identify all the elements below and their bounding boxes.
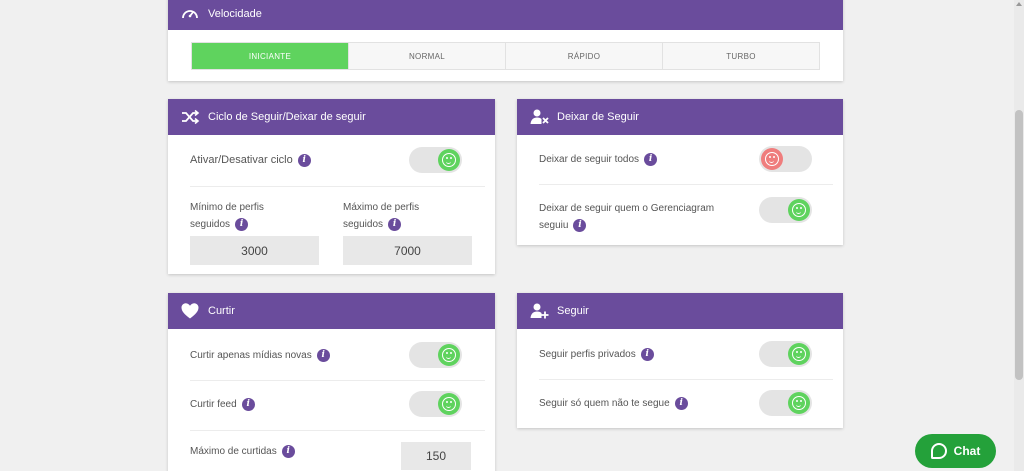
cycle-toggle-label: Ativar/Desativar ciclo <box>190 154 293 166</box>
like-title: Curtir <box>208 305 235 317</box>
like-feed-label: Curtir feed <box>190 398 237 410</box>
like-header: Curtir <box>168 293 495 329</box>
speed-tab-iniciante[interactable]: INICIANTE <box>192 43 349 69</box>
cycle-toggle[interactable] <box>409 147 462 173</box>
user-remove-icon <box>529 107 549 127</box>
user-add-icon <box>529 301 549 321</box>
speed-header: Velocidade <box>168 0 843 30</box>
info-icon[interactable]: i <box>644 152 658 166</box>
info-icon[interactable]: i <box>573 219 587 232</box>
max-follows-label-line2: seguidos <box>343 219 384 230</box>
smile-icon <box>792 203 806 217</box>
smile-icon <box>792 347 806 361</box>
scrollbar-thumb[interactable] <box>1015 110 1023 380</box>
unfollow-title: Deixar de Seguir <box>557 111 639 123</box>
follow-nonfollowers-label: Seguir só quem não te segue <box>539 397 670 409</box>
heart-icon <box>180 301 200 321</box>
cycle-header: Ciclo de Seguir/Deixar de seguir <box>168 99 495 135</box>
like-max-input[interactable]: 150 <box>401 442 471 470</box>
speed-card: Velocidade INICIANTE NORMAL RÁPIDO TURBO <box>168 0 843 81</box>
divider <box>190 186 485 187</box>
min-follows-label-line2: seguidos <box>190 219 231 230</box>
unfollow-header: Deixar de Seguir <box>517 99 843 135</box>
divider <box>539 379 833 380</box>
unfollow-followed-label: Deixar de seguir quem o Gerenciagram seg… <box>539 200 714 234</box>
speed-tabs: INICIANTE NORMAL RÁPIDO TURBO <box>191 42 820 70</box>
smile-icon <box>765 152 779 166</box>
shuffle-icon <box>180 107 200 127</box>
unfollow-followed-toggle[interactable] <box>759 197 812 223</box>
follow-title: Seguir <box>557 305 589 317</box>
like-card: Curtir Curtir apenas mídias novas i Curt… <box>168 293 495 471</box>
speed-title: Velocidade <box>208 8 262 20</box>
scroll-up-arrow-icon[interactable] <box>1016 2 1022 6</box>
follow-nonfollowers-toggle[interactable] <box>759 390 812 416</box>
min-follows-label: Mínimo de perfis seguidos i <box>190 199 264 233</box>
toggle-knob <box>438 344 460 366</box>
min-follows-label-line1: Mínimo de perfis <box>190 202 264 213</box>
speed-tab-rapido[interactable]: RÁPIDO <box>506 43 663 69</box>
info-icon[interactable]: i <box>281 444 295 458</box>
unfollow-all-toggle[interactable] <box>759 146 812 172</box>
toggle-knob <box>788 343 810 365</box>
cycle-title: Ciclo de Seguir/Deixar de seguir <box>208 111 366 123</box>
max-follows-input[interactable]: 7000 <box>343 236 472 265</box>
info-icon[interactable]: i <box>235 218 249 231</box>
chat-bubble-icon <box>930 443 947 459</box>
divider <box>190 430 485 431</box>
like-feed-toggle[interactable] <box>409 391 462 417</box>
max-follows-label-line1: Máximo de perfis <box>343 202 420 213</box>
smile-icon <box>792 396 806 410</box>
chat-button[interactable]: Chat <box>915 434 996 468</box>
like-new-toggle[interactable] <box>409 342 462 368</box>
unfollow-all-label-wrap: Deixar de seguir todos i <box>539 152 658 166</box>
toggle-knob <box>788 199 810 221</box>
speed-tab-turbo[interactable]: TURBO <box>663 43 819 69</box>
speedometer-icon <box>180 4 200 24</box>
cycle-card: Ciclo de Seguir/Deixar de seguir Ativar/… <box>168 99 495 274</box>
smile-icon <box>442 348 456 362</box>
speed-tab-normal[interactable]: NORMAL <box>349 43 506 69</box>
info-icon[interactable]: i <box>674 396 688 410</box>
scrollbar[interactable] <box>1014 0 1024 471</box>
divider <box>190 380 485 381</box>
info-icon[interactable]: i <box>241 397 255 411</box>
smile-icon <box>442 397 456 411</box>
max-follows-label: Máximo de perfis seguidos i <box>343 199 419 233</box>
follow-private-label: Seguir perfis privados <box>539 348 636 360</box>
unfollow-followed-label-line2: seguiu <box>539 220 569 231</box>
like-max-label-wrap: Máximo de curtidas i <box>190 444 295 458</box>
unfollow-all-label: Deixar de seguir todos <box>539 153 640 165</box>
toggle-knob <box>788 392 810 414</box>
follow-nonfollowers-label-wrap: Seguir só quem não te segue i <box>539 396 688 410</box>
like-max-label: Máximo de curtidas <box>190 445 277 457</box>
like-new-label-wrap: Curtir apenas mídias novas i <box>190 348 330 362</box>
smile-icon <box>442 153 456 167</box>
info-icon[interactable]: i <box>640 347 654 361</box>
follow-private-label-wrap: Seguir perfis privados i <box>539 347 654 361</box>
info-icon[interactable]: i <box>316 348 330 362</box>
toggle-knob <box>438 149 460 171</box>
info-icon[interactable]: i <box>297 153 311 167</box>
follow-header: Seguir <box>517 293 843 329</box>
cycle-toggle-label-wrap: Ativar/Desativar ciclo i <box>190 153 311 167</box>
unfollow-card: Deixar de Seguir Deixar de seguir todos … <box>517 99 843 245</box>
chat-label: Chat <box>953 444 981 458</box>
like-new-label: Curtir apenas mídias novas <box>190 349 312 361</box>
info-icon[interactable]: i <box>388 218 402 231</box>
toggle-knob <box>438 393 460 415</box>
follow-card: Seguir Seguir perfis privados i Seguir s… <box>517 293 843 428</box>
min-follows-input[interactable]: 3000 <box>190 236 319 265</box>
divider <box>539 184 833 185</box>
toggle-knob <box>761 148 783 170</box>
unfollow-followed-label-line1: Deixar de seguir quem o Gerenciagram <box>539 203 715 214</box>
follow-private-toggle[interactable] <box>759 341 812 367</box>
like-feed-label-wrap: Curtir feed i <box>190 397 255 411</box>
